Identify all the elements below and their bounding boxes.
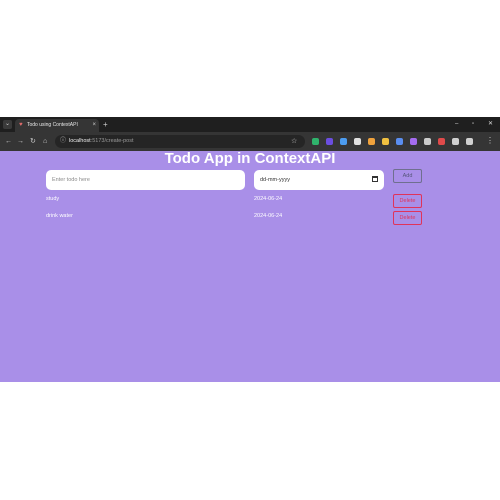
browser-menu-icon[interactable]: ⋮ [486,136,494,146]
todo-item-name: drink water [46,213,73,219]
extension-icon[interactable] [326,138,333,145]
extension-icon[interactable] [382,138,389,145]
browser-window: ⌄ ♥ Todo using ContextAPI × + – ▫ ✕ ← → … [0,117,500,382]
favicon-icon: ♥ [19,122,23,128]
close-window-icon[interactable]: ✕ [488,120,493,129]
url-text[interactable]: localhost:5173/create-post [69,138,134,145]
new-tab-button[interactable]: + [103,120,108,129]
extension-icon[interactable] [396,138,403,145]
tab-search-button[interactable]: ⌄ [3,120,12,129]
date-placeholder: dd-mm-yyyy [260,177,290,183]
back-icon[interactable]: ← [5,137,12,146]
page-title: Todo App in ContextAPI [164,150,336,167]
extension-icon[interactable] [452,138,459,145]
extension-icon[interactable] [354,138,361,145]
tab-title: Todo using ContextAPI [27,122,78,128]
calendar-icon[interactable] [372,176,378,182]
todo-item-name: study [46,196,60,202]
forward-icon[interactable]: → [17,137,24,146]
extension-icon[interactable] [340,138,347,145]
extension-icon[interactable] [438,138,445,145]
address-bar[interactable]: ⓘ localhost:5173/create-post ☆ [55,135,305,148]
extension-icon[interactable] [312,138,319,145]
site-info-icon[interactable]: ⓘ [60,137,66,146]
tab-strip: ⌄ ♥ Todo using ContextAPI × + – ▫ ✕ [0,117,500,132]
extension-icon[interactable] [410,138,417,145]
tab-active[interactable]: ♥ Todo using ContextAPI × [15,119,99,132]
date-input[interactable]: dd-mm-yyyy [254,170,384,190]
home-icon[interactable]: ⌂ [43,137,47,146]
extension-icon[interactable] [466,138,473,145]
todo-item-date: 2024-06-24 [254,196,283,202]
maximize-icon[interactable]: ▫ [472,120,474,129]
tab-close-icon[interactable]: × [92,122,96,129]
extension-icon[interactable] [368,138,375,145]
delete-button[interactable]: Delete [393,194,422,208]
delete-button[interactable]: Delete [393,211,422,225]
browser-toolbar: ← → ↻ ⌂ ⓘ localhost:5173/create-post ☆ ⋮ [0,132,500,151]
add-button[interactable]: Add [393,169,422,183]
extension-icon[interactable] [424,138,431,145]
reload-icon[interactable]: ↻ [30,137,36,146]
minimize-icon[interactable]: – [455,120,458,129]
todo-input[interactable] [46,170,245,190]
todo-item-date: 2024-06-24 [254,213,283,219]
bookmark-star-icon[interactable]: ☆ [291,137,297,146]
